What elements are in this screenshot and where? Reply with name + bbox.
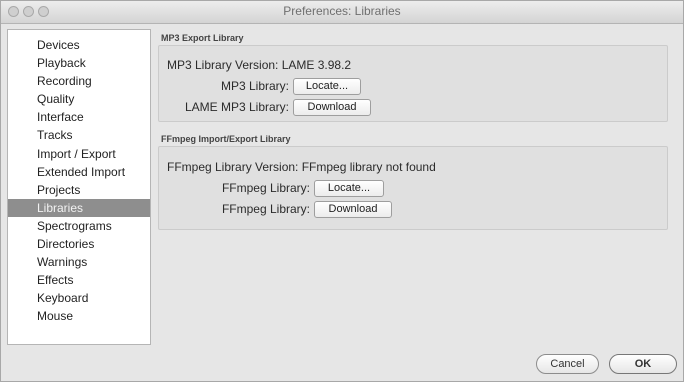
mp3-section-title: MP3 Export Library bbox=[161, 33, 244, 43]
mp3-library-label: MP3 Library: bbox=[220, 79, 289, 93]
sidebar-item-projects[interactable]: Projects bbox=[8, 181, 150, 199]
ffmpeg-library-label: FFmpeg Library: bbox=[221, 181, 310, 195]
preferences-category-list[interactable]: Devices Playback Recording Quality Inter… bbox=[7, 29, 151, 345]
sidebar-item-recording[interactable]: Recording bbox=[8, 72, 150, 90]
ffmpeg-download-label: FFmpeg Library: bbox=[221, 202, 310, 216]
cancel-button[interactable]: Cancel bbox=[536, 354, 599, 374]
title-bar[interactable]: Preferences: Libraries bbox=[1, 1, 683, 24]
sidebar-item-playback[interactable]: Playback bbox=[8, 54, 150, 72]
ffmpeg-section-title: FFmpeg Import/Export Library bbox=[161, 134, 291, 144]
sidebar-item-spectrograms[interactable]: Spectrograms bbox=[8, 217, 150, 235]
window-title: Preferences: Libraries bbox=[283, 4, 401, 18]
sidebar-item-quality[interactable]: Quality bbox=[8, 90, 150, 108]
lame-mp3-library-label: LAME MP3 Library: bbox=[184, 100, 289, 114]
sidebar-item-import-export[interactable]: Import / Export bbox=[8, 145, 150, 163]
sidebar-item-mouse[interactable]: Mouse bbox=[8, 307, 150, 325]
sidebar-item-devices[interactable]: Devices bbox=[8, 36, 150, 54]
mp3-download-button[interactable]: Download bbox=[293, 99, 371, 116]
sidebar-item-tracks[interactable]: Tracks bbox=[8, 126, 150, 144]
sidebar-item-keyboard[interactable]: Keyboard bbox=[8, 289, 150, 307]
ffmpeg-download-button[interactable]: Download bbox=[314, 201, 392, 218]
sidebar-item-warnings[interactable]: Warnings bbox=[8, 253, 150, 271]
sidebar-item-effects[interactable]: Effects bbox=[8, 271, 150, 289]
sidebar-item-extended-import[interactable]: Extended Import bbox=[8, 163, 150, 181]
sidebar-item-libraries[interactable]: Libraries bbox=[8, 198, 150, 217]
ffmpeg-library-version: FFmpeg Library Version: FFmpeg library n… bbox=[167, 160, 436, 174]
sidebar-item-directories[interactable]: Directories bbox=[8, 235, 150, 253]
ok-button[interactable]: OK bbox=[609, 354, 677, 374]
mp3-locate-button[interactable]: Locate... bbox=[293, 78, 361, 95]
preferences-window: Preferences: Libraries Devices Playback … bbox=[0, 0, 684, 382]
ffmpeg-locate-button[interactable]: Locate... bbox=[314, 180, 384, 197]
mp3-library-version: MP3 Library Version: LAME 3.98.2 bbox=[167, 58, 352, 72]
sidebar-item-interface[interactable]: Interface bbox=[8, 108, 150, 126]
